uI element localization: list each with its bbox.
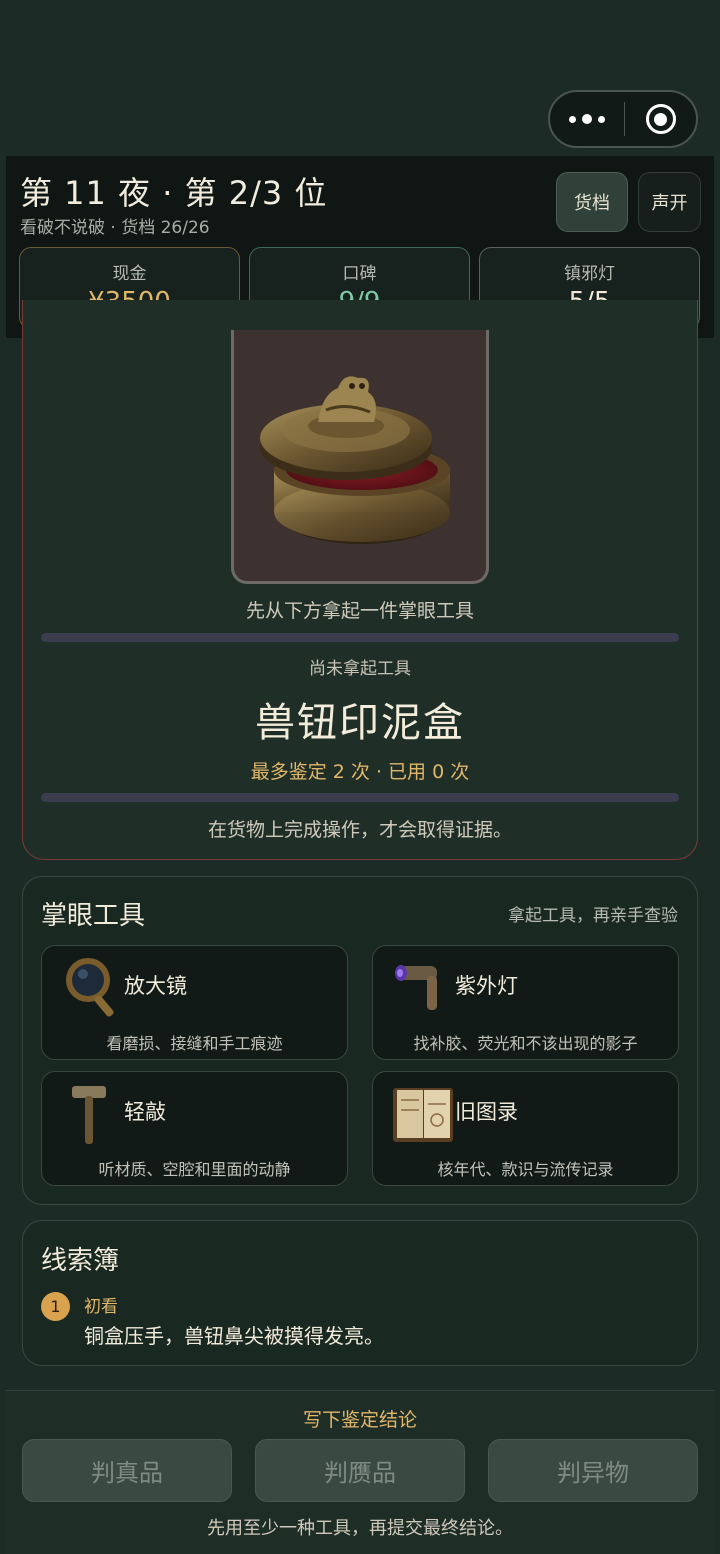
tool-name: 轻敲 xyxy=(124,1100,166,1124)
item-image-frame[interactable] xyxy=(231,330,489,584)
night-title: 第 11 夜 · 第 2/3 位 xyxy=(20,174,328,212)
stat-cash-label: 现金 xyxy=(112,264,147,284)
clue-number-badge: 1 xyxy=(41,1292,70,1321)
goods-button[interactable]: 货档 xyxy=(556,172,628,232)
old-catalog-icon xyxy=(393,1088,453,1142)
miniprogram-capsule xyxy=(548,90,698,148)
sound-toggle-button[interactable]: 声开 xyxy=(638,172,701,232)
hammer-icon xyxy=(72,1086,106,1144)
tools-title: 掌眼工具 xyxy=(41,901,146,931)
appraisal-uses: 最多鉴定 2 次 · 已用 0 次 xyxy=(250,761,470,783)
tools-hint: 拿起工具，再亲手查验 xyxy=(508,906,678,926)
tool-name: 紫外灯 xyxy=(455,974,518,998)
more-menu-icon[interactable] xyxy=(550,92,624,146)
verdict-anomaly-button[interactable]: 判异物 xyxy=(488,1439,698,1502)
tool-uv-light[interactable]: 紫外灯 找补胶、荧光和不该出现的影子 xyxy=(372,945,679,1060)
tool-desc: 听材质、空腔和里面的动静 xyxy=(98,1160,291,1179)
uv-flashlight-icon xyxy=(395,965,437,1010)
verdict-hint: 先用至少一种工具，再提交最终结论。 xyxy=(207,1518,513,1539)
verdict-title: 写下鉴定结论 xyxy=(302,1409,417,1431)
magnifier-icon xyxy=(66,958,114,1017)
tool-tap[interactable]: 轻敲 听材质、空腔和里面的动静 xyxy=(41,1071,348,1186)
item-name: 兽钮印泥盒 xyxy=(255,700,465,746)
stat-lamp-label: 镇邪灯 xyxy=(564,264,615,284)
clue-book-title: 线索簿 xyxy=(41,1246,120,1276)
clue-label: 初看 xyxy=(84,1297,118,1317)
verdict-genuine-button[interactable]: 判真品 xyxy=(22,1439,232,1502)
clue-text: 铜盒压手，兽钮鼻尖被摸得发亮。 xyxy=(84,1324,384,1348)
inspect-progress-bar xyxy=(41,633,679,642)
tool-magnifier[interactable]: 放大镜 看磨损、接缝和手工痕迹 xyxy=(41,945,348,1060)
tool-name: 旧图录 xyxy=(455,1100,518,1124)
stat-reputation-label: 口碑 xyxy=(342,264,377,284)
tool-desc: 看磨损、接缝和手工痕迹 xyxy=(106,1034,283,1053)
tool-state-text: 尚未拿起工具 xyxy=(309,659,411,679)
close-miniprogram-icon[interactable] xyxy=(625,104,696,134)
night-subtitle: 看破不说破 · 货档 26/26 xyxy=(20,218,210,238)
bronze-seal-box-image xyxy=(260,376,450,544)
evidence-hint: 在货物上完成操作，才会取得证据。 xyxy=(207,819,512,841)
tool-name: 放大镜 xyxy=(124,974,187,998)
verdict-fake-button[interactable]: 判赝品 xyxy=(255,1439,465,1502)
inspect-hint: 先从下方拿起一件掌眼工具 xyxy=(245,600,474,622)
tool-desc: 找补胶、荧光和不该出现的影子 xyxy=(413,1034,638,1053)
evidence-progress-bar xyxy=(41,793,679,802)
tool-desc: 核年代、款识与流传记录 xyxy=(437,1160,614,1179)
tool-old-catalog[interactable]: 旧图录 核年代、款识与流传记录 xyxy=(372,1071,679,1186)
